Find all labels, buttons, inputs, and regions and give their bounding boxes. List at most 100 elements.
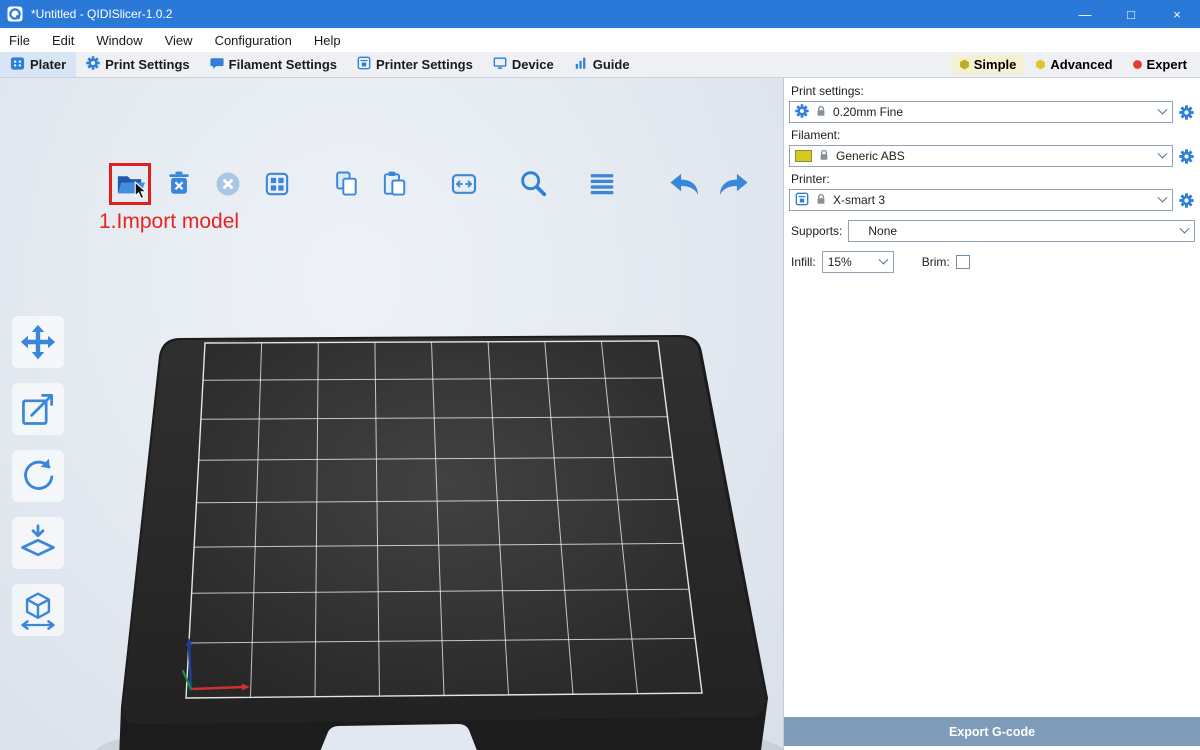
printer-gear-button[interactable]: [1177, 190, 1195, 210]
tab-printer-settings[interactable]: Printer Settings: [347, 52, 483, 77]
maximize-button[interactable]: □: [1108, 0, 1154, 28]
chevron-down-icon: [1180, 223, 1190, 233]
menu-view[interactable]: View: [154, 28, 204, 52]
rotate-button[interactable]: [12, 450, 64, 502]
tab-filament-settings-label: Filament Settings: [229, 57, 337, 72]
minimize-button[interactable]: —: [1062, 0, 1108, 28]
undo-arrow-icon: [667, 168, 703, 201]
mode-switcher: Simple Advanced Expert: [952, 52, 1200, 77]
brim-checkbox[interactable]: [956, 255, 970, 269]
supports-combo[interactable]: None: [848, 220, 1195, 242]
settings-sidebar: Print settings: 0.20mm Fine Filament: Ge…: [784, 78, 1200, 750]
supports-label: Supports:: [791, 224, 842, 238]
undo-button[interactable]: [667, 166, 703, 202]
filament-gear-button[interactable]: [1177, 146, 1195, 166]
export-gcode-button[interactable]: Export G-code: [784, 717, 1200, 746]
circle-x-icon: [213, 169, 243, 199]
menubar: File Edit Window View Configuration Help: [0, 28, 1200, 52]
rotate-icon: [18, 456, 58, 496]
menu-help[interactable]: Help: [303, 28, 352, 52]
filament-color-swatch: [795, 150, 812, 162]
chevron-down-icon: [1158, 192, 1168, 202]
print-bed: [90, 318, 790, 750]
mode-simple[interactable]: Simple: [952, 55, 1024, 74]
tab-print-settings[interactable]: Print Settings: [76, 52, 200, 77]
menu-file[interactable]: File: [0, 28, 41, 52]
app-logo-icon: [7, 6, 23, 22]
place-on-face-icon: [18, 523, 58, 563]
menu-configuration[interactable]: Configuration: [204, 28, 303, 52]
gear-icon: [1179, 193, 1194, 208]
filament-value: Generic ABS: [836, 149, 905, 163]
titlebar: *Untitled - QIDISlicer-1.0.2 — □ ×: [0, 0, 1200, 28]
simple-hexagon-icon: [959, 59, 970, 70]
search-button[interactable]: [515, 166, 551, 202]
mouse-cursor-icon: [133, 181, 148, 205]
variable-layer-height-button[interactable]: [584, 166, 620, 202]
mode-advanced-label: Advanced: [1050, 57, 1112, 72]
layers-lines-icon: [586, 168, 618, 200]
mode-expert-label: Expert: [1147, 57, 1187, 72]
gear-icon: [795, 104, 809, 121]
trash-icon: [164, 169, 194, 199]
printer-icon: [795, 192, 809, 209]
scale-button[interactable]: [12, 383, 64, 435]
delete-button[interactable]: [161, 166, 197, 202]
tab-device-label: Device: [512, 57, 554, 72]
split-icon: [449, 169, 479, 199]
filament-icon: [210, 56, 224, 73]
arrange-grid-icon: [262, 169, 292, 199]
arrange-button[interactable]: [259, 166, 295, 202]
menu-edit[interactable]: Edit: [41, 28, 85, 52]
close-button[interactable]: ×: [1154, 0, 1200, 28]
paste-button[interactable]: [377, 166, 413, 202]
guide-icon: [574, 56, 588, 73]
printer-combo[interactable]: X-smart 3: [789, 189, 1173, 211]
infill-value: 15%: [828, 255, 852, 269]
delete-all-button[interactable]: [210, 166, 246, 202]
plater-toolbar: [112, 166, 752, 202]
copy-button[interactable]: [328, 166, 364, 202]
menu-window[interactable]: Window: [85, 28, 153, 52]
scale-icon: [18, 389, 58, 429]
tab-filament-settings[interactable]: Filament Settings: [200, 52, 347, 77]
infill-label: Infill:: [791, 255, 816, 269]
infill-combo[interactable]: 15%: [822, 251, 894, 273]
print-settings-label: Print settings:: [791, 84, 1195, 98]
mode-advanced[interactable]: Advanced: [1028, 55, 1119, 74]
tab-device[interactable]: Device: [483, 52, 564, 77]
redo-arrow-icon: [716, 168, 752, 201]
measure-icon: [18, 590, 58, 630]
move-arrows-icon: [17, 321, 59, 363]
import-model-button[interactable]: [112, 166, 148, 202]
mode-simple-label: Simple: [974, 57, 1017, 72]
measure-button[interactable]: [12, 584, 64, 636]
tab-plater[interactable]: Plater: [0, 52, 76, 77]
3d-viewport[interactable]: 1.Import model: [0, 78, 784, 750]
mode-expert[interactable]: Expert: [1125, 55, 1194, 74]
advanced-hexagon-icon: [1035, 59, 1046, 70]
tab-print-settings-label: Print Settings: [105, 57, 190, 72]
print-settings-combo[interactable]: 0.20mm Fine: [789, 101, 1173, 123]
chevron-down-icon: [878, 254, 888, 264]
print-settings-gear-button[interactable]: [1177, 102, 1195, 122]
split-objects-button[interactable]: [446, 166, 482, 202]
gear-icon: [86, 56, 100, 73]
gear-icon: [1179, 105, 1194, 120]
printer-value: X-smart 3: [833, 193, 885, 207]
filament-combo[interactable]: Generic ABS: [789, 145, 1173, 167]
redo-button[interactable]: [716, 166, 752, 202]
move-button[interactable]: [12, 316, 64, 368]
window-title: *Untitled - QIDISlicer-1.0.2: [31, 7, 172, 21]
app-window: *Untitled - QIDISlicer-1.0.2 — □ × File …: [0, 0, 1200, 750]
tab-guide[interactable]: Guide: [564, 52, 640, 77]
chevron-down-icon: [1158, 148, 1168, 158]
print-settings-value: 0.20mm Fine: [833, 105, 903, 119]
place-on-face-button[interactable]: [12, 517, 64, 569]
lock-icon: [815, 193, 827, 208]
tab-guide-label: Guide: [593, 57, 630, 72]
paste-icon: [380, 169, 410, 199]
plater-icon: [10, 56, 25, 74]
expert-circle-icon: [1132, 59, 1143, 70]
tab-printer-settings-label: Printer Settings: [376, 57, 473, 72]
